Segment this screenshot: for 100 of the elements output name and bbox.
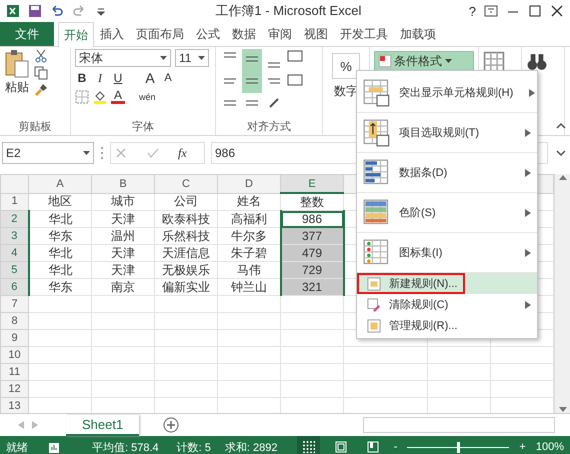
help-button[interactable]: ? <box>468 4 476 18</box>
table-cell: 公司 <box>154 193 218 210</box>
font-style-button[interactable]: B <box>75 71 89 85</box>
table-cell: 地区 <box>28 193 92 210</box>
table-cell: 天涯信息 <box>154 244 218 262</box>
table-cell: 姓名 <box>218 193 280 210</box>
shrink-font-button[interactable]: A <box>161 72 175 84</box>
font-name-field[interactable]: 宋体 <box>75 49 171 67</box>
row-header[interactable]: 10 <box>0 346 28 364</box>
ribbon-tab[interactable]: 开发工具 <box>334 22 394 46</box>
zoom-out-button[interactable]: - <box>394 441 398 453</box>
top-rules-icon <box>363 118 391 146</box>
ribbon-tab[interactable]: 插入 <box>94 22 130 46</box>
menu-item[interactable]: 清除规则(C) <box>357 294 537 315</box>
row-header[interactable]: 11 <box>0 364 28 380</box>
count-text: 计数: 5 <box>176 440 211 454</box>
macro-record-icon[interactable] <box>48 440 62 454</box>
menu-item[interactable]: 数据条(D) <box>357 153 537 193</box>
binoculars-icon[interactable] <box>526 51 548 73</box>
zoom-slider[interactable] <box>456 442 460 452</box>
column-header[interactable]: A <box>28 174 92 193</box>
insert-function-button[interactable]: fx <box>178 146 187 160</box>
fill-color-icon[interactable] <box>93 90 107 104</box>
font-style-button[interactable]: U <box>111 71 125 85</box>
table-cell: 南京 <box>92 278 154 296</box>
close-icon[interactable] <box>550 4 564 18</box>
font-style-button[interactable]: I <box>93 70 107 86</box>
ribbon-tab[interactable]: 开始 <box>58 22 94 47</box>
normal-view-icon[interactable] <box>297 436 320 454</box>
table-cell: 偏新实业 <box>154 278 218 296</box>
check-icon[interactable] <box>146 146 160 160</box>
conditional-format-button[interactable]: 条件格式 <box>374 51 474 71</box>
name-box[interactable]: E2 <box>2 142 94 164</box>
zoom-level-text[interactable]: 100% <box>536 441 564 453</box>
table-cell: 986 <box>280 210 344 228</box>
column-header[interactable]: D <box>218 174 280 193</box>
undo-icon[interactable] <box>50 4 64 18</box>
grow-font-button[interactable]: A <box>143 70 157 86</box>
ribbon-tab[interactable]: 数据 <box>226 22 262 46</box>
caret-icon[interactable] <box>198 56 205 60</box>
row-header[interactable]: 9 <box>0 330 28 346</box>
caret-icon[interactable] <box>160 56 167 60</box>
row-header[interactable]: 4 <box>0 244 28 262</box>
sum-text: 求和: 2892 <box>224 440 278 454</box>
row-header[interactable]: 5 <box>0 262 28 278</box>
scissors-icon[interactable] <box>34 49 48 63</box>
column-header[interactable]: E <box>280 174 344 193</box>
maximize-icon[interactable] <box>528 4 542 18</box>
sheet-tab[interactable]: Sheet1 <box>66 414 140 436</box>
color-scale-icon <box>363 198 391 226</box>
ribbon-tab[interactable]: 审阅 <box>262 22 298 46</box>
table-cell: 729 <box>280 262 344 278</box>
row-header[interactable]: 1 <box>0 193 28 210</box>
menu-item[interactable]: 项目选取规则(T) <box>357 113 537 153</box>
row-header[interactable]: 6 <box>0 278 28 296</box>
table-cell: 温州 <box>92 228 154 244</box>
clipboard-icon <box>4 49 30 79</box>
menu-item[interactable]: 新建规则(N)... <box>357 273 537 294</box>
zoom-in-button[interactable]: + <box>519 441 526 453</box>
row-header[interactable]: 3 <box>0 228 28 244</box>
copy-icon[interactable] <box>34 66 48 80</box>
menu-item[interactable]: 突出显示单元格规则(H) <box>357 73 537 113</box>
paste-button[interactable]: 粘贴 <box>4 49 30 119</box>
menu-item[interactable]: 图标集(I) <box>357 233 537 273</box>
column-header[interactable]: C <box>154 174 218 193</box>
table-cell: 乐然科技 <box>154 228 218 244</box>
row-header[interactable]: 13 <box>0 398 28 413</box>
column-header[interactable]: B <box>92 174 154 193</box>
add-sheet-icon[interactable] <box>163 417 180 433</box>
ribbon-tab[interactable]: 公式 <box>190 22 226 46</box>
paintbrush-icon[interactable] <box>34 83 48 97</box>
average-text: 平均值: 578.4 <box>92 440 159 454</box>
table-cell: 华北 <box>28 210 92 228</box>
row-header[interactable]: 12 <box>0 380 28 398</box>
ribbon-tab[interactable]: 视图 <box>298 22 334 46</box>
horizontal-scrollbar[interactable] <box>363 417 555 433</box>
font-color-button[interactable]: A <box>111 89 125 104</box>
scroll-up-icon[interactable] <box>558 174 567 180</box>
row-header[interactable]: 2 <box>0 210 28 228</box>
table-cell: 华东 <box>28 228 92 244</box>
menu-item[interactable]: 色阶(S) <box>357 193 537 233</box>
submenu-arrow-icon <box>525 168 531 176</box>
ribbon-tab[interactable]: 加载项 <box>394 22 442 46</box>
file-tab[interactable]: 文件 <box>0 22 54 46</box>
row-header[interactable]: 7 <box>0 296 28 312</box>
row-header[interactable]: 8 <box>0 312 28 330</box>
ribbon-tab[interactable]: 页面布局 <box>130 22 190 46</box>
status-text: 就绪 <box>6 440 28 454</box>
icon-sets-icon <box>363 238 391 266</box>
ribbon-options-icon[interactable] <box>484 4 498 18</box>
phonetic-button[interactable]: wén <box>139 92 156 102</box>
font-size-field[interactable]: 11 <box>175 49 209 67</box>
save-icon[interactable] <box>28 4 42 18</box>
menu-item[interactable]: 管理规则(R)... <box>357 315 537 336</box>
cells-icon[interactable] <box>483 51 505 73</box>
caret-icon[interactable] <box>83 151 90 155</box>
scroll-down-icon[interactable] <box>558 407 567 413</box>
table-cell: 无极娱乐 <box>154 262 218 278</box>
manage-rules-icon <box>367 318 381 332</box>
table-cell: 华北 <box>28 262 92 278</box>
